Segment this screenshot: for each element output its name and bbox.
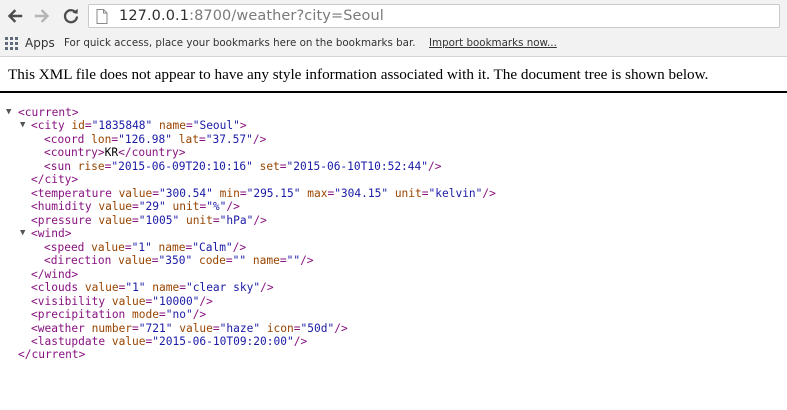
xml-line-text: <current> <box>18 106 79 119</box>
xml-line: ▼ <wind> <box>0 227 787 240</box>
url-text: 127.0.0.1:8700/weather?city=Seoul <box>119 7 384 25</box>
back-button[interactable] <box>5 6 25 26</box>
xml-line: <humidity value="29" unit="%"/> <box>0 200 787 213</box>
xml-line: <sun rise="2015-06-09T20:10:16" set="201… <box>0 160 787 173</box>
xml-line-text: </city> <box>31 173 79 187</box>
xml-line-text: </current> <box>18 348 86 362</box>
import-bookmarks-link[interactable]: Import bookmarks now... <box>429 37 557 49</box>
xml-line-text: <precipitation mode="no"/> <box>31 308 207 322</box>
collapse-toggle-icon[interactable]: ▼ <box>6 106 11 119</box>
xml-line: ▼ <city id="1835848" name="Seoul"> <box>0 119 787 132</box>
browser-toolbar: 127.0.0.1:8700/weather?city=Seoul <box>0 0 787 32</box>
xml-line: </city> <box>0 173 787 186</box>
xml-line-text: <direction value="350" code="" name=""/> <box>44 254 314 268</box>
xml-line: <precipitation mode="no"/> <box>0 308 787 321</box>
xml-line-text: <weather number="721" value="haze" icon=… <box>31 321 348 335</box>
reload-icon <box>63 8 79 24</box>
xml-line: <clouds value="1" name="clear sky"/> <box>0 281 787 294</box>
xml-document-tree: ▼ <current> ▼ <city id="1835848" name="Seou… <box>0 106 787 362</box>
xml-line: <visibility value="10000"/> <box>0 295 787 308</box>
xml-line: <lastupdate value="2015-06-10T09:20:00"/… <box>0 335 787 348</box>
xml-line: </wind> <box>0 268 787 281</box>
xml-line-text: <temperature value="300.54" min="295.15"… <box>31 186 496 200</box>
url-port: :8700 <box>189 8 232 24</box>
xml-line-text: <humidity value="29" unit="%"/> <box>31 200 240 214</box>
xml-viewer-header: This XML file does not appear to have an… <box>0 57 787 93</box>
xml-line: </current> <box>0 348 787 361</box>
xml-line-text: <visibility value="10000"/> <box>31 294 213 308</box>
xml-line-text: <country>KR</country> <box>44 146 186 160</box>
xml-line: <speed value="1" name="Calm"/> <box>0 241 787 254</box>
xml-line-text: <lastupdate value="2015-06-10T09:20:00"/… <box>31 334 308 348</box>
page-icon <box>96 9 108 24</box>
xml-line-text: <city id="1835848" name="Seoul"> <box>31 119 247 133</box>
xml-line: <coord lon="126.98" lat="37.57"/> <box>0 133 787 146</box>
xml-line-text: <wind> <box>31 227 72 241</box>
xml-line: <pressure value="1005" unit="hPa"/> <box>0 214 787 227</box>
bookmarks-hint: For quick access, place your bookmarks h… <box>64 37 416 49</box>
arrow-right-icon <box>34 9 50 23</box>
address-bar[interactable]: 127.0.0.1:8700/weather?city=Seoul <box>88 4 780 28</box>
collapse-toggle-icon[interactable]: ▼ <box>20 227 25 240</box>
xml-line: <temperature value="300.54" min="295.15"… <box>0 187 787 200</box>
collapse-toggle-icon[interactable]: ▼ <box>20 119 25 132</box>
xml-line: <country>KR</country> <box>0 146 787 159</box>
arrow-left-icon <box>7 9 23 23</box>
apps-shortcut[interactable]: Apps <box>25 36 55 50</box>
xml-line-text: <pressure value="1005" unit="hPa"/> <box>31 213 267 227</box>
reload-button[interactable] <box>61 6 81 26</box>
xml-line-text: <coord lon="126.98" lat="37.57"/> <box>44 132 267 146</box>
apps-grid-icon[interactable] <box>5 37 19 51</box>
xml-line: <direction value="350" code="" name=""/> <box>0 254 787 267</box>
bookmarks-bar: Apps For quick access, place your bookma… <box>0 32 787 57</box>
xml-line-text: <sun rise="2015-06-09T20:10:16" set="201… <box>44 159 442 173</box>
xml-line-text: <speed value="1" name="Calm"/> <box>44 240 247 254</box>
url-path: /weather?city=Seoul <box>231 8 384 24</box>
xml-line-text: <clouds value="1" name="clear sky"/> <box>31 281 274 295</box>
xml-style-notice: This XML file does not appear to have an… <box>8 66 709 83</box>
forward-button[interactable] <box>32 6 52 26</box>
xml-line: ▼ <current> <box>0 106 787 119</box>
url-host: 127.0.0.1 <box>119 8 190 24</box>
xml-line-text: </wind> <box>31 267 79 281</box>
xml-line: <weather number="721" value="haze" icon=… <box>0 322 787 335</box>
